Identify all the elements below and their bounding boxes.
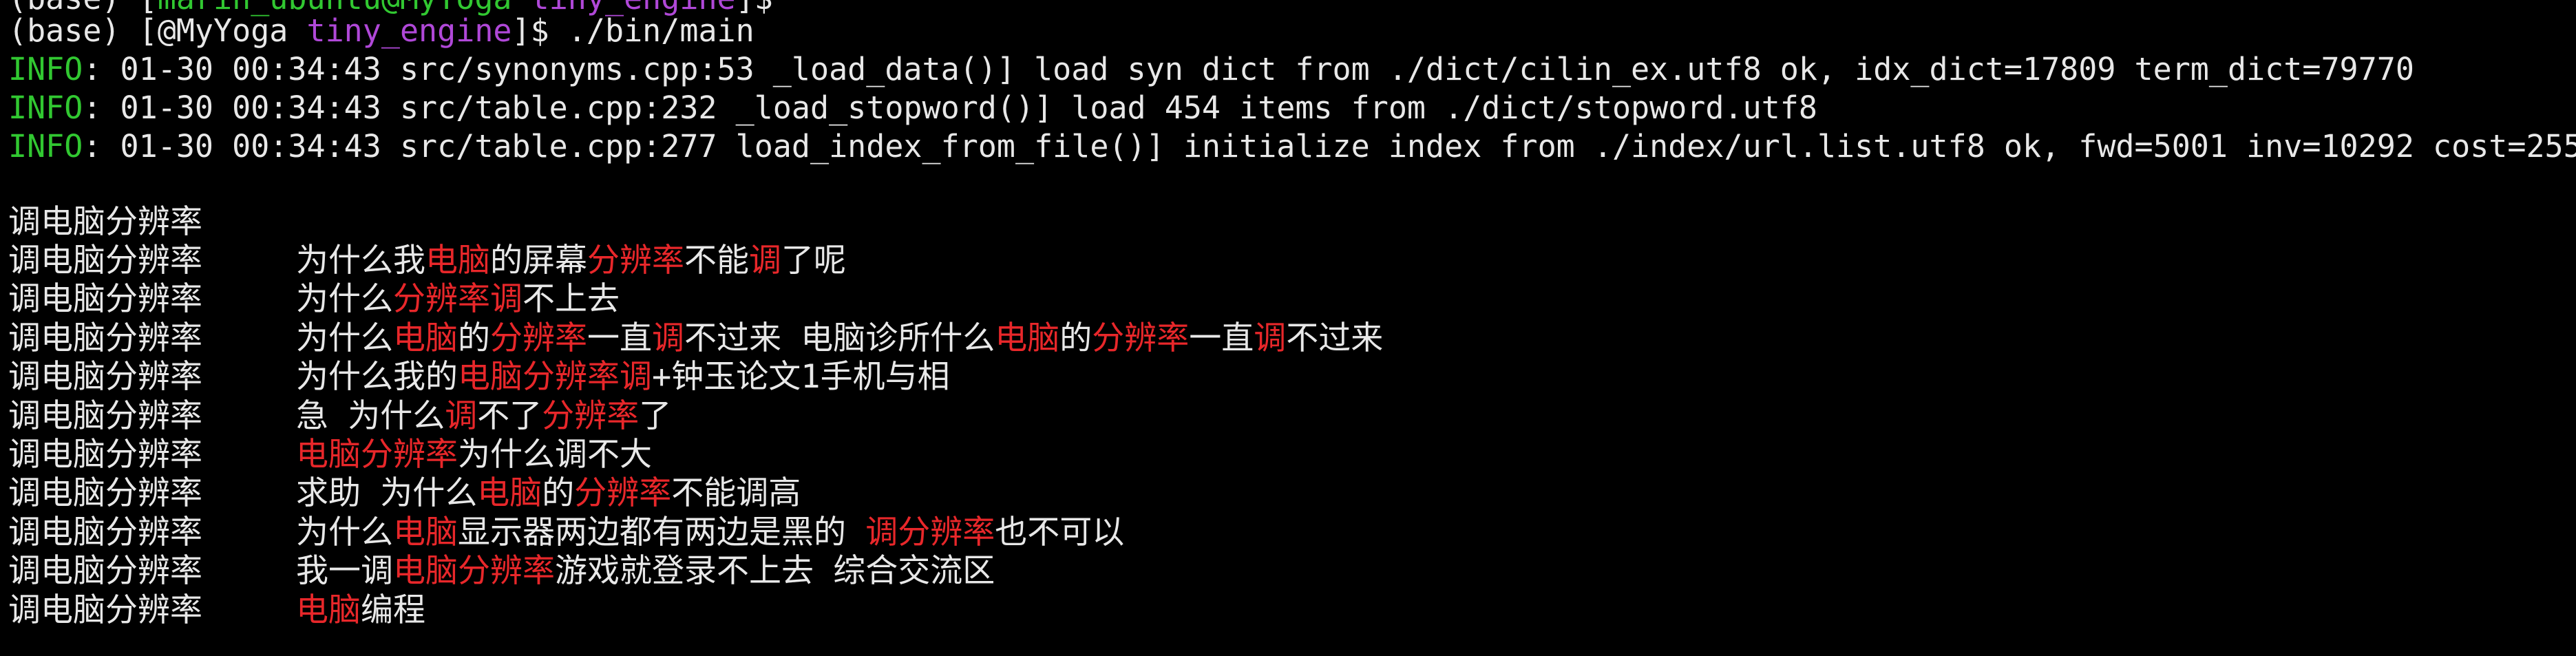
result-query: 调电脑分辨率	[8, 591, 202, 629]
highlighted-term: 电脑	[393, 514, 458, 551]
result-segment: 的	[458, 319, 490, 357]
result-segment: 为什么调不大	[458, 436, 652, 474]
result-segment: 一直	[1189, 319, 1254, 357]
result-text: 我一调电脑分辨率游戏就登录不上去 综合交流区	[296, 552, 995, 591]
highlighted-term: 调	[1254, 319, 1287, 357]
highlighted-term: 调	[749, 242, 781, 279]
result-segment: 为什么	[296, 319, 393, 357]
highlighted-term: 分辨率	[574, 474, 672, 512]
result-segment: 的屏幕	[490, 242, 587, 279]
result-segment: +钟玉论文1手机与相	[652, 358, 950, 396]
result-query: 调电脑分辨率	[8, 436, 202, 474]
result-segment: 一直	[587, 319, 652, 357]
result-segment: 也不可以	[995, 514, 1125, 551]
highlighted-term: 电脑分辨率调	[458, 358, 652, 396]
highlighted-term: 分辨率	[542, 397, 640, 435]
result-text: 为什么我的电脑分辨率调+钟玉论文1手机与相	[296, 358, 950, 396]
result-query: 调电脑分辨率	[8, 552, 202, 590]
result-segment: 了	[639, 397, 672, 435]
highlighted-term: 电脑	[425, 242, 490, 279]
result-segment: 游戏就登录不上去 综合交流区	[555, 552, 995, 590]
result-query: 调电脑分辨率	[8, 319, 202, 357]
result-text: 为什么我电脑的屏幕分辨率不能调了呢	[296, 242, 846, 280]
highlighted-term: 调	[652, 319, 684, 357]
result-segment: 不过来 电脑诊所什么	[684, 319, 995, 357]
highlighted-term: 电脑	[477, 474, 542, 512]
command-prompt-line: (base) [@MyYoga tiny_engine]$ ./bin/main	[8, 12, 754, 50]
log-level: INFO	[8, 51, 83, 87]
result-text: 为什么电脑的分辨率一直调不过来 电脑诊所什么电脑的分辨率一直调不过来	[296, 319, 1383, 358]
result-segment: 我一调	[296, 552, 393, 590]
result-text: 电脑分辨率为什么调不大	[296, 436, 652, 474]
result-segment: 为什么	[296, 280, 393, 318]
result-segment: 的	[542, 474, 575, 512]
prompt-env: (base) [	[8, 12, 158, 49]
result-segment: 不上去	[522, 280, 620, 318]
log-level: INFO	[8, 128, 83, 165]
query-echo: 调电脑分辨率	[8, 203, 202, 241]
result-text: 急 为什么调不了分辨率了	[296, 397, 671, 436]
highlighted-term: 分辨率	[490, 319, 587, 357]
prompt-host: @MyYoga	[157, 12, 307, 49]
result-text: 为什么分辨率调不上去	[296, 280, 620, 319]
highlighted-term: 分辨率	[1092, 319, 1190, 357]
log-text: : 01-30 00:34:43 src/table.cpp:277 load_…	[83, 128, 2576, 165]
result-segment: 显示器两边都有两边是黑的	[458, 514, 866, 551]
command-text: ./bin/main	[567, 12, 754, 49]
log-text: : 01-30 00:34:43 src/table.cpp:232 _load…	[83, 89, 1817, 126]
highlighted-term: 电脑	[296, 591, 361, 629]
log-line: INFO: 01-30 00:34:43 src/table.cpp:277 l…	[8, 127, 2576, 166]
result-segment: 急 为什么	[296, 397, 445, 435]
terminal-window[interactable]: (base) [marin_ubuntu@MyYoga tiny_engine]…	[0, 0, 2576, 656]
result-segment: 为什么我的	[296, 358, 458, 396]
prompt-dir: tiny_engine	[306, 12, 512, 49]
result-text: 求助 为什么电脑的分辨率不能调高	[296, 474, 801, 513]
highlighted-term: 分辨率调	[393, 280, 522, 318]
result-segment: 了呢	[781, 242, 846, 279]
result-query: 调电脑分辨率	[8, 474, 202, 512]
highlighted-term: 分辨率	[587, 242, 684, 279]
result-segment: 为什么	[296, 514, 393, 551]
log-line: INFO: 01-30 00:34:43 src/table.cpp:232 _…	[8, 89, 1817, 127]
result-segment: 不能调高	[671, 474, 801, 512]
result-query: 调电脑分辨率	[8, 397, 202, 435]
result-query: 调电脑分辨率	[8, 514, 202, 551]
highlighted-term: 电脑	[393, 319, 458, 357]
result-segment: 不过来	[1286, 319, 1384, 357]
prompt-tail: ]$	[511, 12, 568, 49]
result-segment: 编程	[361, 591, 425, 629]
result-query: 调电脑分辨率	[8, 242, 202, 279]
highlighted-term: 电脑分辨率	[393, 552, 555, 590]
highlighted-term: 调	[445, 397, 478, 435]
result-text: 为什么电脑显示器两边都有两边是黑的 调分辨率也不可以	[296, 514, 1124, 552]
highlighted-term: 电脑分辨率	[296, 436, 458, 474]
result-segment: 不能	[684, 242, 749, 279]
result-segment: 不了	[477, 397, 542, 435]
highlighted-term: 电脑	[995, 319, 1060, 357]
result-segment: 求助 为什么	[296, 474, 478, 512]
highlighted-term: 调分辨率	[865, 514, 995, 551]
log-text: : 01-30 00:34:43 src/synonyms.cpp:53 _lo…	[83, 51, 2414, 87]
log-level: INFO	[8, 89, 83, 126]
query-echo-line: 调电脑分辨率	[8, 203, 202, 242]
result-query: 调电脑分辨率	[8, 358, 202, 396]
result-query: 调电脑分辨率	[8, 280, 202, 318]
result-text: 电脑编程	[296, 591, 425, 630]
result-segment: 为什么我	[296, 242, 425, 279]
log-line: INFO: 01-30 00:34:43 src/synonyms.cpp:53…	[8, 50, 2414, 89]
result-segment: 的	[1059, 319, 1092, 357]
